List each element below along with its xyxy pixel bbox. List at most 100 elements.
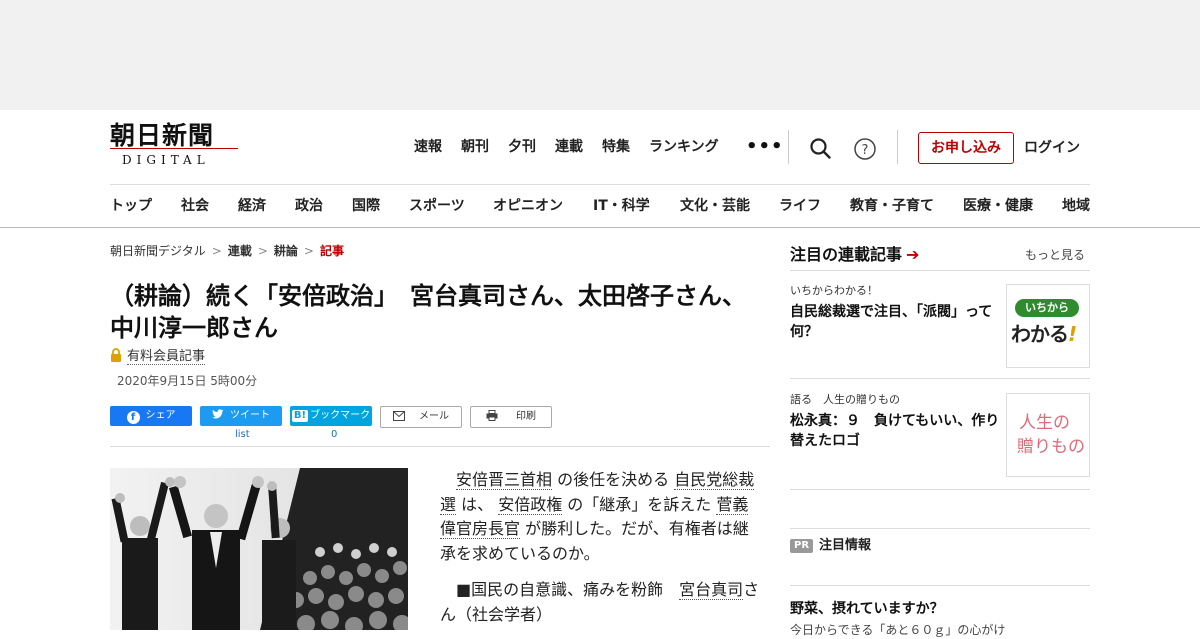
breadcrumb-koron[interactable]: 耕論: [274, 244, 298, 258]
body-text: は、: [456, 494, 499, 514]
pr-section-heading: PR 注目情報: [790, 537, 871, 555]
signup-button[interactable]: お申し込み: [918, 132, 1014, 164]
mail-share-button[interactable]: メール: [380, 406, 462, 428]
facebook-share-label: シェア: [145, 410, 176, 421]
sidebar-heading[interactable]: 注目の連載記事 ➔: [790, 244, 919, 266]
login-link[interactable]: ログイン: [1024, 137, 1080, 159]
paid-member-label: 有料会員記事: [127, 349, 206, 365]
body-text: の「継承」を訴えた: [562, 494, 717, 514]
card-thumbnail[interactable]: いちから わかる!: [1006, 284, 1090, 368]
nav-divider: [897, 130, 898, 164]
category-health[interactable]: 医療・健康: [963, 195, 1033, 217]
paid-member-badge[interactable]: 有料会員記事: [110, 348, 206, 368]
keyword-link[interactable]: 宮台真司: [679, 580, 744, 600]
hatena-share-label: ブックマーク: [310, 410, 371, 421]
article-divider: [110, 446, 770, 447]
category-life[interactable]: ライフ: [779, 195, 821, 217]
breadcrumb-separator: >: [303, 244, 314, 258]
breadcrumb-separator: >: [257, 244, 268, 258]
breadcrumb-current: 記事: [319, 244, 344, 258]
ad-banner: [0, 0, 1200, 110]
category-opinion[interactable]: オピニオン: [493, 195, 563, 217]
print-label: 印刷: [516, 411, 536, 422]
thumb-main-word: わかる: [1011, 322, 1069, 346]
category-it-science[interactable]: IT・科学: [593, 195, 650, 217]
help-icon[interactable]: ?: [852, 136, 878, 162]
mail-icon: [393, 409, 405, 429]
top-nav: 速報 朝刊 夕刊 連載 特集 ランキング: [414, 136, 738, 158]
pr-title-link[interactable]: 野菜、摂れていますか？: [790, 599, 944, 619]
article-title: （耕論）続く「安倍政治」 宮台真司さん、太田啓子さん、中川淳一郎さん: [110, 282, 746, 342]
nav-item-morning[interactable]: 朝刊: [461, 136, 489, 158]
category-sports[interactable]: スポーツ: [409, 195, 465, 217]
keyword-link[interactable]: 安倍晋三首相: [456, 470, 553, 490]
logo-kanji: 朝日新聞: [110, 121, 215, 150]
category-society[interactable]: 社会: [181, 195, 209, 217]
breadcrumb-separator: >: [211, 244, 222, 258]
category-culture[interactable]: 文化・芸能: [680, 195, 750, 217]
nav-item-ranking[interactable]: ランキング: [649, 136, 719, 158]
pr-subtitle: 今日からできる「あと６０ｇ」の心がけ: [790, 623, 1006, 637]
card-kicker: いちからわかる！: [790, 284, 878, 297]
article-paragraph: ■国民の自意識、痛みを粉飾 宮台真司さん（社会学者）: [440, 578, 760, 627]
nav-bottom-border: [0, 227, 1200, 228]
card-thumbnail[interactable]: 人生の 贈りもの: [1006, 393, 1090, 477]
thumb-line1: 人生の: [1019, 413, 1070, 433]
nav-item-evening[interactable]: 夕刊: [508, 136, 536, 158]
nav-item-breaking[interactable]: 速報: [414, 136, 442, 158]
article-paragraph: 安倍晋三首相 の後任を決める 自民党総裁選 は、 安倍政権 の「継承」を訴えた …: [440, 468, 760, 566]
twitter-share-button[interactable]: ツイート: [200, 406, 282, 426]
card-title-link[interactable]: 自民総裁選で注目、「派閥」って何？: [790, 302, 1002, 342]
thumb-badge: いちから: [1015, 299, 1079, 317]
breadcrumb-series[interactable]: 連載: [228, 244, 252, 258]
card-title-link[interactable]: 松永真：９ 負けてもいい、作り替えたロゴ: [790, 411, 1002, 451]
arrow-right-icon: ➔: [906, 245, 920, 264]
keyword-link[interactable]: 安倍政権: [498, 494, 563, 515]
pr-badge: PR: [790, 539, 814, 553]
print-icon: [486, 409, 498, 429]
card-kicker: 語る 人生の贈りもの: [790, 393, 900, 406]
facebook-share-button[interactable]: f シェア: [110, 406, 192, 426]
header-divider: [110, 184, 1090, 185]
sidebar-divider: [790, 378, 1090, 379]
twitter-share-label: ツイート: [230, 410, 270, 421]
sidebar-divider: [790, 528, 1090, 529]
logo-divider: [110, 148, 238, 149]
more-menu-icon[interactable]: •••: [746, 138, 784, 156]
hatena-icon: B!: [291, 410, 309, 422]
see-more-link[interactable]: もっと見る: [1025, 247, 1085, 263]
category-politics[interactable]: 政治: [295, 195, 323, 217]
sidebar-divider: [790, 585, 1090, 586]
article-body: 安倍晋三首相 の後任を決める 自民党総裁選 は、 安倍政権 の「継承」を訴えた …: [440, 468, 760, 639]
pr-label: 注目情報: [819, 538, 872, 553]
category-international[interactable]: 国際: [352, 195, 380, 217]
nav-item-series[interactable]: 連載: [555, 136, 583, 158]
thumb-main-text: わかる!: [1011, 321, 1077, 347]
asahi-digital-logo[interactable]: 朝日新聞 DIGITAL: [110, 122, 240, 170]
print-button[interactable]: 印刷: [470, 406, 552, 428]
facebook-icon: f: [126, 411, 140, 424]
article-photo[interactable]: [110, 468, 408, 630]
lock-icon: [110, 348, 122, 368]
breadcrumb-home[interactable]: 朝日新聞デジタル: [110, 244, 206, 258]
category-local[interactable]: 地域: [1062, 195, 1090, 217]
nav-divider: [788, 130, 789, 164]
hatena-count[interactable]: 0: [331, 428, 337, 442]
sidebar-heading-text: 注目の連載記事: [790, 245, 903, 264]
body-text: の後任を決める: [552, 470, 675, 489]
mail-share-label: メール: [419, 411, 449, 422]
body-text: ■国民の自意識、痛みを粉飾: [456, 580, 680, 599]
category-top[interactable]: トップ: [110, 195, 152, 217]
nav-item-features[interactable]: 特集: [602, 136, 630, 158]
publish-date: 2020年9月15日 5時00分: [117, 374, 258, 388]
sidebar-divider: [790, 270, 1090, 271]
category-economy[interactable]: 経済: [238, 195, 266, 217]
search-icon[interactable]: [808, 136, 834, 162]
category-education[interactable]: 教育・子育て: [850, 195, 934, 217]
twitter-count-link[interactable]: list: [235, 428, 250, 442]
logo-digital-text: DIGITAL: [122, 153, 210, 167]
hatena-bookmark-button[interactable]: B! ブックマーク: [290, 406, 372, 426]
breadcrumb: 朝日新聞デジタル > 連載 > 耕論 > 記事: [110, 242, 344, 260]
twitter-icon: [212, 408, 224, 428]
svg-text:?: ?: [862, 143, 869, 158]
